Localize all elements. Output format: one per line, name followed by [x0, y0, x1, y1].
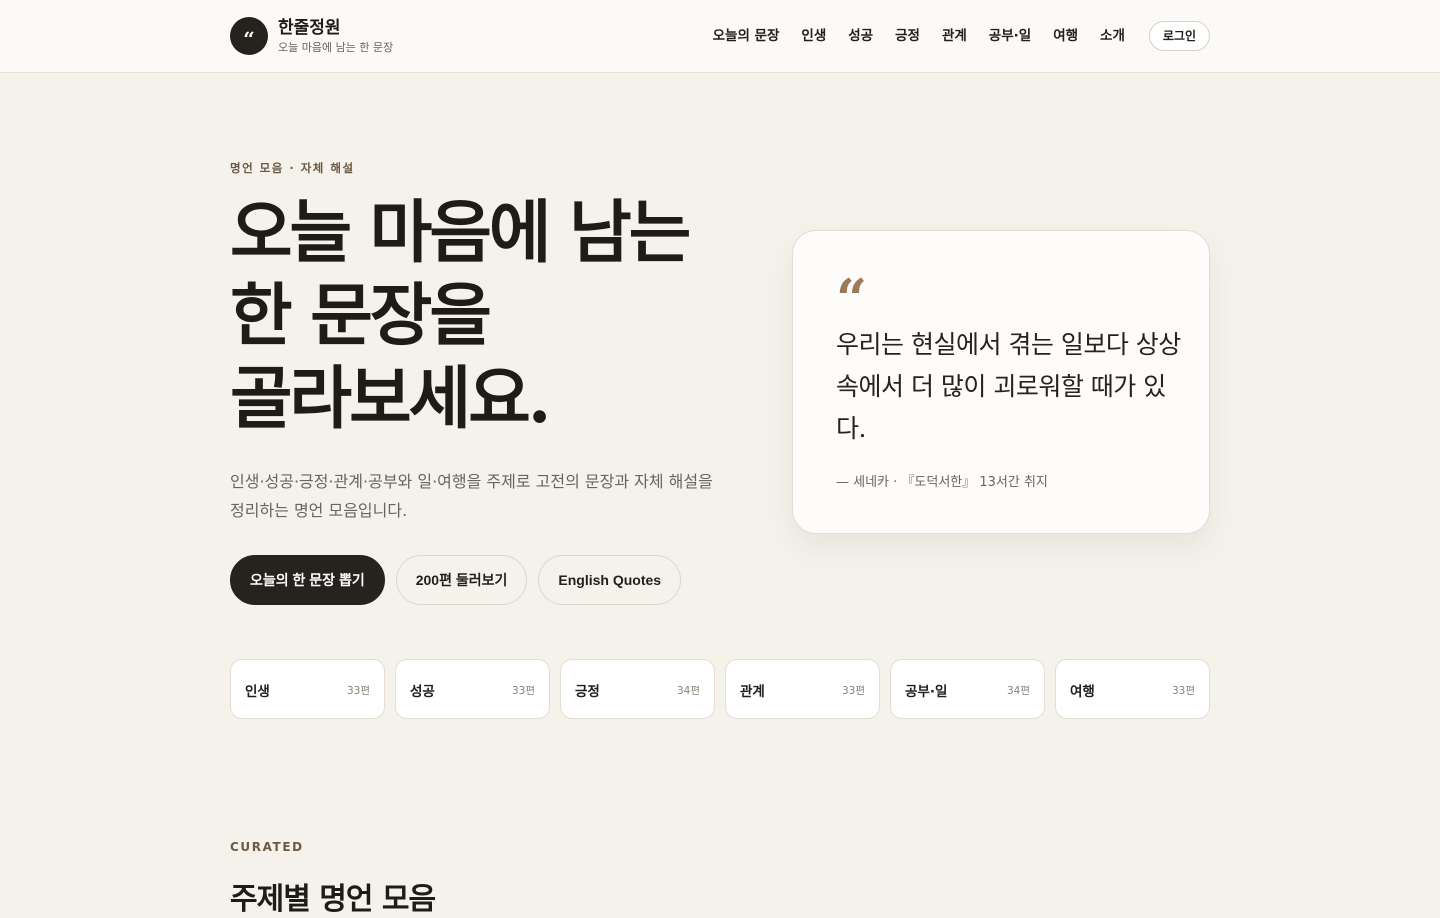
category-list: 인생 33편 성공 33편 긍정 34편 관계 33편 공부·일 34편 여행 … — [230, 659, 1220, 719]
category-name: 여행 — [1070, 684, 1095, 700]
nav-success[interactable]: 성공 — [848, 21, 873, 51]
category-name: 관계 — [740, 684, 765, 700]
nav-relationship[interactable]: 관계 — [942, 21, 967, 51]
category-card-positive[interactable]: 긍정 34편 — [560, 659, 715, 719]
category-name: 공부·일 — [905, 684, 948, 700]
english-quotes-button[interactable]: English Quotes — [538, 555, 682, 605]
section-title: 주제별 명언 모음 — [230, 882, 436, 917]
quote-source: — 세네카 · 『도덕서한』 13서간 취지 — [836, 475, 1048, 490]
hero-description: 인생·성공·긍정·관계·공부와 일·여행을 주제로 고전의 문장과 자체 해설을… — [230, 472, 713, 520]
section-eyebrow: CURATED — [230, 840, 304, 854]
site-logo[interactable]: “ 한줄정원 오늘 마음에 남는 한 문장 — [230, 17, 393, 55]
browse-all-button[interactable]: 200편 둘러보기 — [395, 555, 528, 605]
category-count: 34편 — [1006, 685, 1030, 697]
category-count: 33편 — [841, 685, 865, 697]
quote-logo-icon: “ — [230, 17, 268, 55]
nav-about[interactable]: 소개 — [1100, 21, 1125, 51]
category-card-study-work[interactable]: 공부·일 34편 — [890, 659, 1045, 719]
category-name: 인생 — [245, 684, 270, 700]
quote-text: 우리는 현실에서 겪는 일보다 상상 속에서 더 많이 괴로워할 때가 있다. — [836, 330, 1181, 443]
hero-title: 오늘 마음에 남는 한 문장을 골라보세요. — [230, 192, 770, 441]
nav-study-work[interactable]: 공부·일 — [989, 21, 1031, 51]
hero-title-line-3: 골라보세요. — [230, 359, 551, 439]
hero-eyebrow: 명언 모음 · 자체 해설 — [230, 161, 355, 175]
login-button[interactable]: 로그인 — [1148, 21, 1210, 51]
category-card-life[interactable]: 인생 33편 — [230, 659, 385, 719]
site-title: 한줄정원 — [278, 17, 341, 38]
hero-actions: 오늘의 한 문장 뽑기 200편 둘러보기 English Quotes — [230, 555, 692, 605]
site-subtitle: 오늘 마음에 남는 한 문장 — [278, 40, 394, 54]
category-count: 33편 — [346, 685, 370, 697]
category-card-success[interactable]: 성공 33편 — [395, 659, 550, 719]
quote-mark-icon: “ — [836, 267, 868, 331]
category-name: 긍정 — [575, 684, 600, 700]
hero-title-line-1: 오늘 마음에 남는 — [230, 193, 691, 273]
category-count: 34편 — [676, 685, 700, 697]
category-count: 33편 — [1171, 685, 1195, 697]
category-name: 성공 — [410, 684, 435, 700]
main-nav: 오늘의 문장 인생 성공 긍정 관계 공부·일 여행 소개 로그인 — [713, 21, 1210, 51]
pick-today-quote-button[interactable]: 오늘의 한 문장 뽑기 — [230, 555, 385, 605]
hero-title-line-2: 한 문장을 — [230, 276, 492, 356]
featured-quote-card: “ 우리는 현실에서 겪는 일보다 상상 속에서 더 많이 괴로워할 때가 있다… — [792, 230, 1210, 534]
category-card-relationship[interactable]: 관계 33편 — [725, 659, 880, 719]
site-header: “ 한줄정원 오늘 마음에 남는 한 문장 오늘의 문장 인생 성공 긍정 관계… — [0, 0, 1440, 73]
nav-today[interactable]: 오늘의 문장 — [713, 21, 780, 51]
nav-positive[interactable]: 긍정 — [895, 21, 920, 51]
logo-text: 한줄정원 오늘 마음에 남는 한 문장 — [278, 18, 393, 55]
nav-travel[interactable]: 여행 — [1053, 21, 1078, 51]
category-count: 33편 — [511, 685, 535, 697]
category-card-travel[interactable]: 여행 33편 — [1055, 659, 1210, 719]
nav-life[interactable]: 인생 — [801, 21, 826, 51]
